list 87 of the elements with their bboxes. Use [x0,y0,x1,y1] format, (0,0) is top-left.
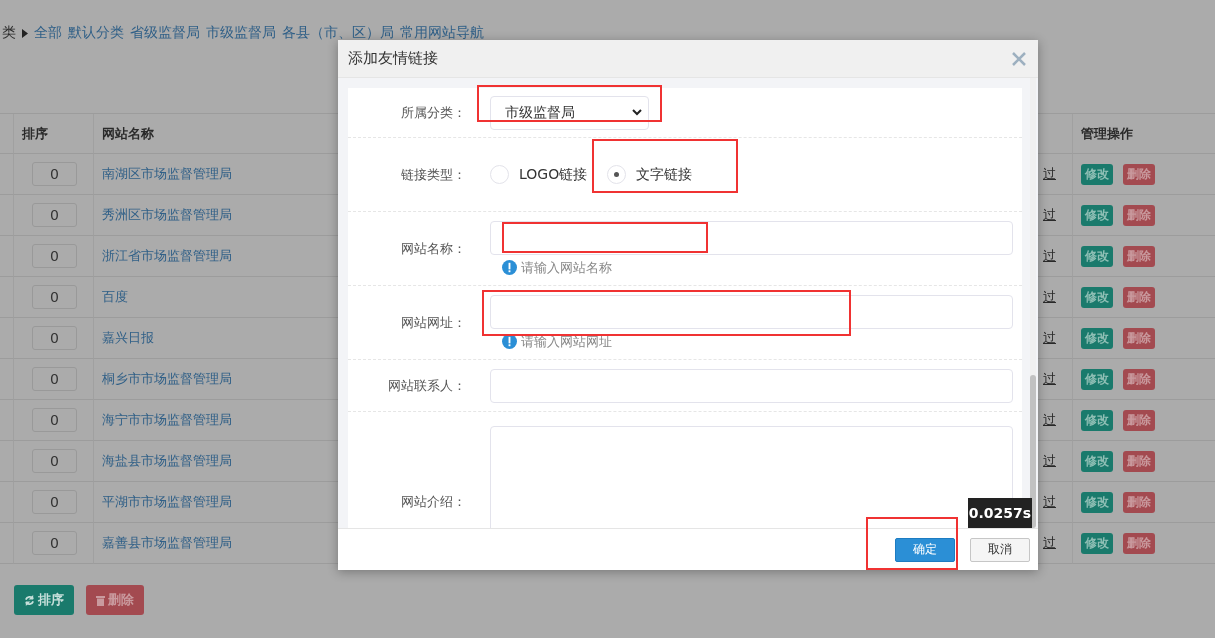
field-label: 网站网址： [400,313,466,332]
edit-button[interactable]: 修改 [1081,286,1113,308]
dialog-title: 添加友情链接 [348,49,438,68]
site-name-link[interactable]: 嘉兴日报 [102,329,154,347]
breadcrumb-link[interactable]: 省级监督局 [130,24,200,42]
input-hint: 请输入网站名称 [502,258,1014,277]
column-header: 管理操作 [1081,124,1133,143]
edit-button[interactable]: 修改 [1081,491,1113,513]
order-input[interactable]: 0 [32,367,77,391]
site-name-link[interactable]: 平湖市市场监督管理局 [102,493,232,511]
field-label: 所属分类： [400,103,466,122]
edit-button[interactable]: 修改 [1081,163,1113,185]
field-label: 网站联系人： [387,376,466,395]
status-link[interactable]: 过 [1043,165,1056,183]
text-input[interactable] [490,294,1013,329]
order-input[interactable]: 0 [32,285,77,309]
site-name-link[interactable]: 百度 [102,288,128,306]
site-name-link[interactable]: 浙江省市场监督管理局 [102,247,232,265]
delete-button[interactable]: 删除 [1123,163,1155,185]
order-input[interactable]: 0 [32,449,77,473]
status-link[interactable]: 过 [1043,493,1056,511]
info-icon [502,334,517,349]
input-hint: 请输入网站网址 [502,332,1014,351]
scrollbar[interactable] [1030,78,1036,528]
text-input[interactable] [490,220,1013,255]
chevron-down-icon [632,109,642,116]
trash-icon [96,594,105,606]
site-name-link[interactable]: 海盐县市场监督管理局 [102,452,232,470]
radio-option[interactable]: LOGO链接 [490,165,588,184]
radio-option[interactable]: 文字链接 [607,165,693,184]
text-input[interactable] [490,368,1013,403]
sort-button[interactable]: 排序 [14,585,74,615]
edit-button[interactable]: 修改 [1081,327,1113,349]
status-link[interactable]: 过 [1043,329,1056,347]
order-input[interactable]: 0 [32,408,77,432]
edit-button[interactable]: 修改 [1081,368,1113,390]
delete-button[interactable]: 删除 [1123,204,1155,226]
caret-icon [22,28,28,38]
breadcrumb-link[interactable]: 常用网站导航 [400,24,484,42]
status-link[interactable]: 过 [1043,247,1056,265]
order-input[interactable]: 0 [32,162,77,186]
edit-button[interactable]: 修改 [1081,532,1113,554]
info-icon [502,260,517,275]
delete-button[interactable]: 删除 [1123,327,1155,349]
column-header: 网站名称 [102,124,154,143]
site-name-link[interactable]: 海宁市市场监督管理局 [102,411,232,429]
delete-button[interactable]: 删除 [1123,286,1155,308]
order-input[interactable]: 0 [32,531,77,555]
breadcrumb-link[interactable]: 默认分类 [68,24,124,42]
field-label: 网站介绍： [400,492,466,511]
delete-button[interactable]: 删除 [1123,368,1155,390]
order-input[interactable]: 0 [32,490,77,514]
breadcrumb-link[interactable]: 市级监督局 [206,24,276,42]
edit-button[interactable]: 修改 [1081,409,1113,431]
status-link[interactable]: 过 [1043,370,1056,388]
order-input[interactable]: 0 [32,244,77,268]
delete-button[interactable]: 删除 [1123,450,1155,472]
status-link[interactable]: 过 [1043,206,1056,224]
breadcrumb-link[interactable]: 各县（市、区）局 [282,24,394,42]
timer-badge: 0.0257s [968,498,1032,528]
delete-button[interactable]: 删除 [1123,532,1155,554]
order-input[interactable]: 0 [32,326,77,350]
site-name-link[interactable]: 嘉善县市场监督管理局 [102,534,232,552]
site-name-link[interactable]: 南湖区市场监督管理局 [102,165,232,183]
order-input[interactable]: 0 [32,203,77,227]
column-header: 排序 [22,124,48,143]
breadcrumb-text: 类 [2,24,16,42]
refresh-icon [24,594,35,606]
status-link[interactable]: 过 [1043,452,1056,470]
site-name-link[interactable]: 秀洲区市场监督管理局 [102,206,232,224]
delete-button[interactable]: 删除 [86,585,144,615]
breadcrumb-link[interactable]: 全部 [34,24,62,42]
site-name-link[interactable]: 桐乡市市场监督管理局 [102,370,232,388]
status-link[interactable]: 过 [1043,534,1056,552]
confirm-button[interactable]: 确定 [895,537,955,562]
status-link[interactable]: 过 [1043,288,1056,306]
edit-button[interactable]: 修改 [1081,450,1113,472]
cancel-button[interactable]: 取消 [970,537,1030,562]
delete-button[interactable]: 删除 [1123,491,1155,513]
status-link[interactable]: 过 [1043,411,1056,429]
edit-button[interactable]: 修改 [1081,245,1113,267]
category-select[interactable]: 市级监督局 [490,95,649,130]
field-label: 链接类型： [400,165,466,184]
delete-button[interactable]: 删除 [1123,245,1155,267]
field-label: 网站名称： [400,239,466,258]
edit-button[interactable]: 修改 [1081,204,1113,226]
delete-button[interactable]: 删除 [1123,409,1155,431]
